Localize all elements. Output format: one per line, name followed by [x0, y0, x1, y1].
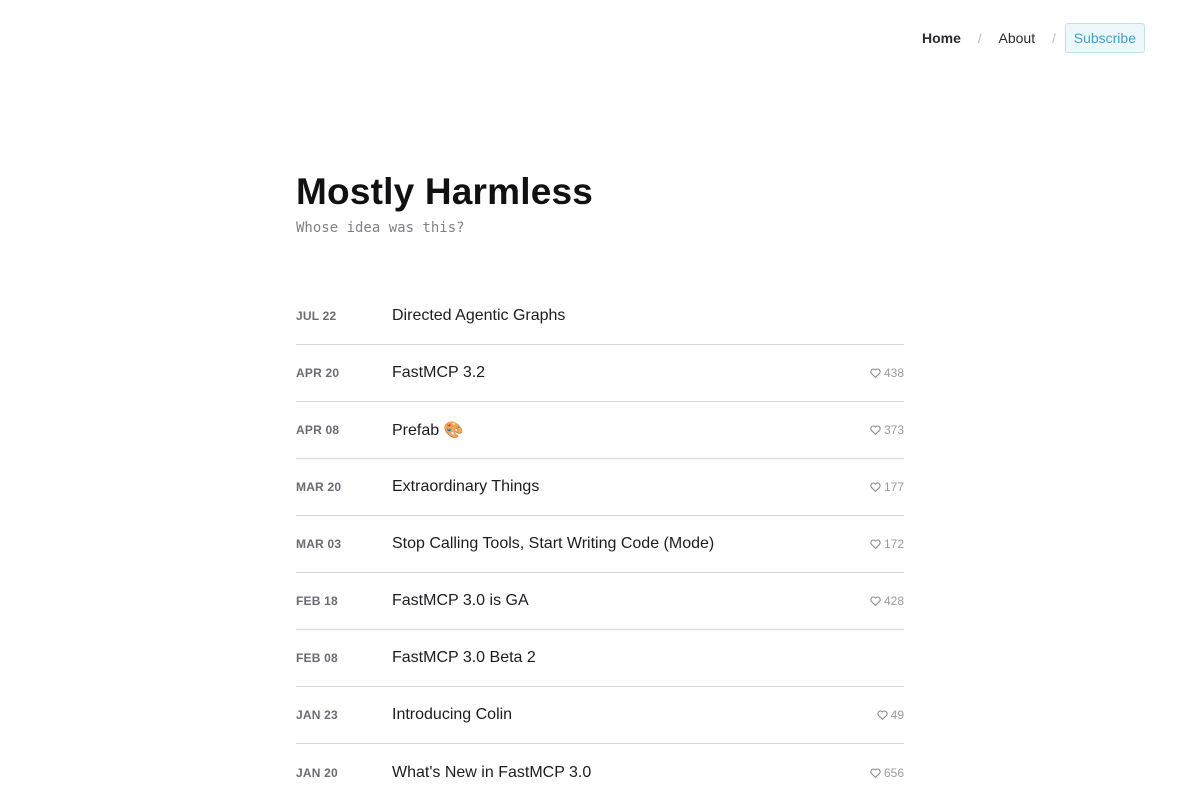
heart-icon: [870, 767, 881, 778]
likes-count: 172: [883, 537, 904, 551]
subscribe-button[interactable]: Subscribe: [1064, 23, 1145, 53]
post-row: MAR 20 Extraordinary Things 177: [296, 459, 904, 516]
post-title-link[interactable]: Directed Agentic Graphs: [392, 307, 904, 325]
post-row: FEB 18 FastMCP 3.0 is GA 428: [296, 573, 904, 630]
heart-icon: [870, 368, 881, 378]
post-row: JUL 22 Directed Agentic Graphs: [296, 288, 904, 345]
post-date: MAR 20: [296, 480, 342, 494]
heart-icon: [870, 482, 881, 492]
post-row: MAR 03 Stop Calling Tools, Start Writing…: [296, 516, 904, 573]
post-date: APR 08: [296, 423, 340, 437]
post-row: FEB 08 FastMCP 3.0 Beta 2: [296, 630, 904, 687]
post-date: APR 20: [296, 366, 340, 380]
post-likes[interactable]: 373: [870, 423, 904, 437]
nav-separator: /: [1052, 30, 1056, 46]
post-row: APR 08 Prefab 🎨 373: [296, 402, 904, 459]
nav-about-link[interactable]: About: [999, 30, 1036, 46]
post-likes[interactable]: 438: [870, 366, 904, 380]
site-header: Mostly Harmless Whose idea was this?: [296, 170, 904, 236]
post-title-link[interactable]: Introducing Colin: [392, 706, 877, 724]
heart-icon: [870, 596, 881, 606]
heart-icon: [870, 539, 881, 549]
post-row: JAN 23 Introducing Colin 49: [296, 687, 904, 744]
nav-home-link[interactable]: Home: [922, 30, 961, 46]
heart-icon: [870, 425, 881, 435]
post-date: MAR 03: [296, 537, 342, 551]
post-title-link[interactable]: Stop Calling Tools, Start Writing Code (…: [392, 535, 870, 553]
likes-count: 49: [890, 708, 904, 722]
likes-count: 428: [883, 594, 904, 608]
site-title: Mostly Harmless: [296, 171, 594, 212]
site-tagline: Whose idea was this?: [296, 220, 465, 236]
post-title-link[interactable]: FastMCP 3.2: [392, 364, 870, 382]
heart-icon: [876, 710, 888, 720]
post-title-link[interactable]: What's New in FastMCP 3.0: [392, 764, 870, 782]
top-nav: Home / About / Subscribe: [922, 23, 1145, 53]
post-list: JUL 22 Directed Agentic Graphs APR 20 Fa…: [296, 288, 904, 800]
post-date: FEB 08: [296, 651, 338, 665]
post-likes[interactable]: 49: [876, 708, 904, 722]
post-title-link[interactable]: FastMCP 3.0 is GA: [392, 592, 870, 610]
likes-count: 438: [883, 366, 904, 380]
post-row: APR 20 FastMCP 3.2 438: [296, 345, 904, 402]
nav-separator: /: [977, 30, 982, 46]
page: Home / About / Subscribe Mostly Harmless…: [0, 0, 1200, 800]
likes-count: 373: [883, 423, 904, 437]
post-date: JAN 20: [296, 765, 338, 780]
post-likes[interactable]: 656: [870, 766, 904, 780]
post-date: FEB 18: [296, 594, 338, 608]
post-row: JAN 20 What's New in FastMCP 3.0 656: [296, 744, 904, 800]
post-likes[interactable]: 172: [870, 537, 904, 551]
post-date: JAN 23: [296, 708, 338, 722]
likes-count: 656: [883, 765, 904, 780]
post-likes[interactable]: 428: [870, 594, 904, 608]
post-title-link[interactable]: FastMCP 3.0 Beta 2: [392, 649, 904, 667]
post-title-link[interactable]: Extraordinary Things: [392, 478, 870, 496]
post-likes[interactable]: 177: [870, 480, 904, 494]
post-date: JUL 22: [296, 309, 337, 323]
post-title-link[interactable]: Prefab 🎨: [392, 420, 870, 440]
likes-count: 177: [883, 480, 904, 494]
